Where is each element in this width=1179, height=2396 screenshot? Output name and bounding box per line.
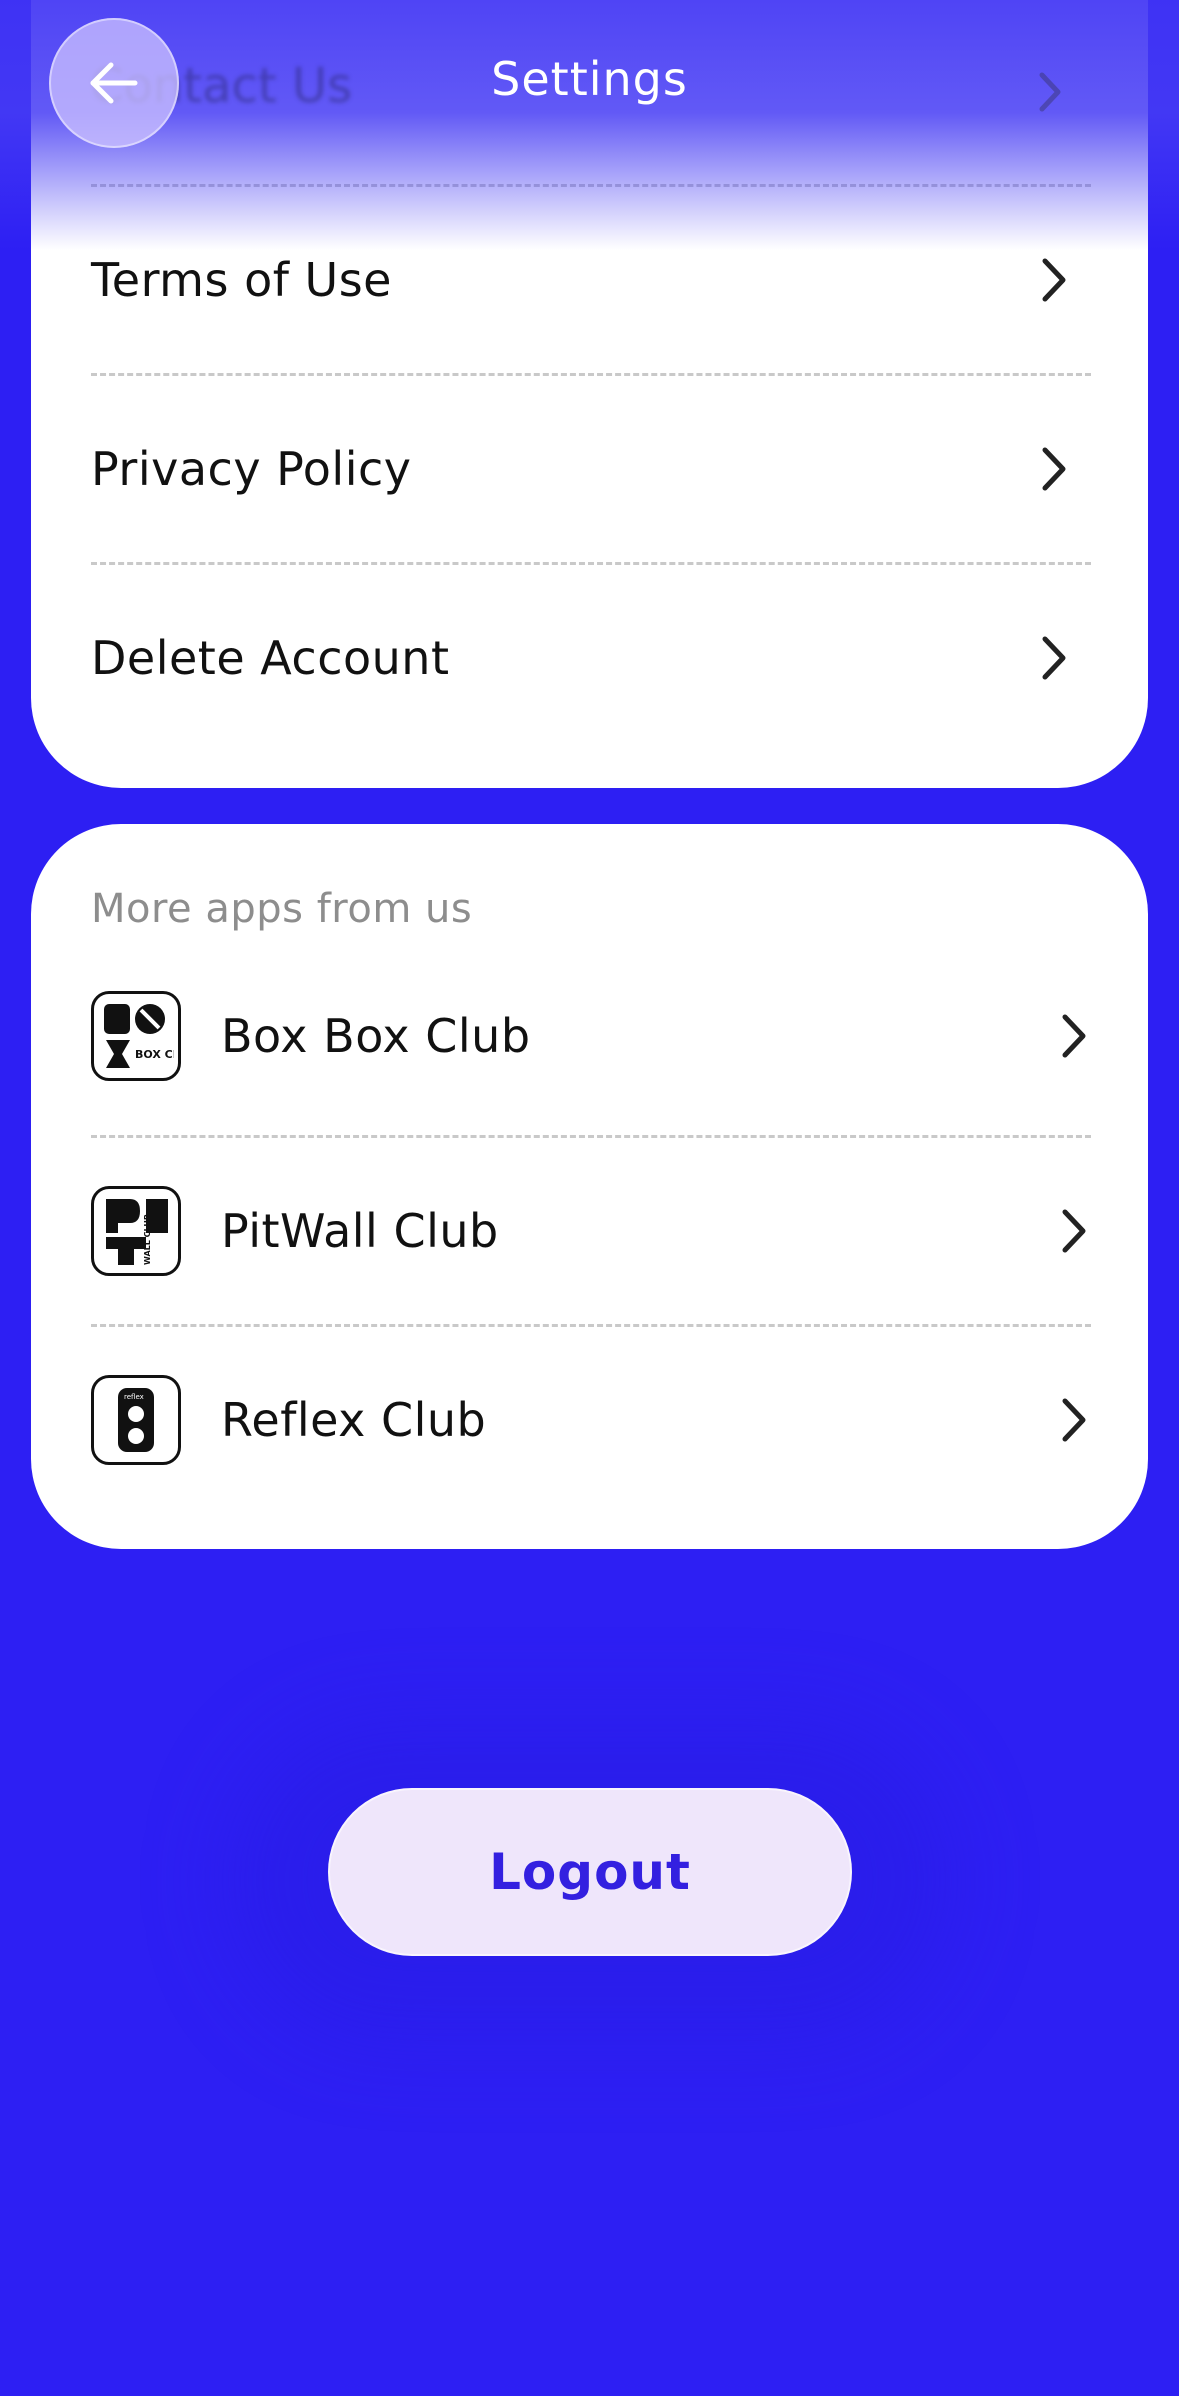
- reflex-club-logo-icon: reflex: [91, 1375, 181, 1465]
- back-button[interactable]: [49, 18, 179, 148]
- pitwall-club-logo-text: WALL CLUB: [143, 1214, 152, 1265]
- chevron-right-icon: [1062, 1014, 1086, 1058]
- settings-screen: Terms of Use Privacy Policy Delete Accou…: [0, 0, 1179, 2396]
- chevron-right-icon: [1062, 1209, 1086, 1253]
- chevron-right-icon: [1042, 447, 1066, 491]
- chevron-right-icon: [1042, 258, 1066, 302]
- chevron-right-icon: [1062, 1398, 1086, 1442]
- privacy-policy-row[interactable]: Privacy Policy: [91, 375, 1091, 563]
- reflex-club-label: Reflex Club: [221, 1393, 487, 1447]
- reflex-club-logo-text: reflex: [124, 1393, 144, 1401]
- privacy-policy-label: Privacy Policy: [91, 442, 412, 496]
- pitwall-club-label: PitWall Club: [221, 1204, 499, 1258]
- box-box-club-logo-icon: BOX CLUB: [91, 991, 181, 1081]
- app-row-box-box-club[interactable]: BOX CLUB Box Box Club: [91, 942, 1111, 1130]
- more-apps-caption: More apps from us: [91, 886, 473, 932]
- app-row-reflex-club[interactable]: reflex Reflex Club: [91, 1326, 1111, 1514]
- logout-button[interactable]: Logout: [328, 1788, 852, 1956]
- arrow-left-icon: [90, 62, 138, 104]
- pitwall-club-logo-icon: WALL CLUB: [91, 1186, 181, 1276]
- pitwall-club-logo-graphic: WALL CLUB: [106, 1199, 168, 1265]
- more-apps-card: More apps from us BOX CLUB Box Box Club: [31, 824, 1148, 1549]
- box-box-club-logo-text: BOX CLUB: [135, 1048, 174, 1061]
- chevron-right-icon: [1042, 636, 1066, 680]
- delete-account-label: Delete Account: [91, 631, 450, 685]
- reflex-club-logo-graphic: reflex: [118, 1388, 154, 1452]
- delete-account-row[interactable]: Delete Account: [91, 564, 1091, 752]
- terms-of-use-label: Terms of Use: [91, 253, 392, 307]
- header-background: [0, 0, 1179, 250]
- box-box-club-logo-graphic: BOX CLUB: [104, 1004, 174, 1068]
- box-box-club-label: Box Box Club: [221, 1009, 531, 1063]
- app-row-pitwall-club[interactable]: WALL CLUB PitWall Club: [91, 1137, 1111, 1325]
